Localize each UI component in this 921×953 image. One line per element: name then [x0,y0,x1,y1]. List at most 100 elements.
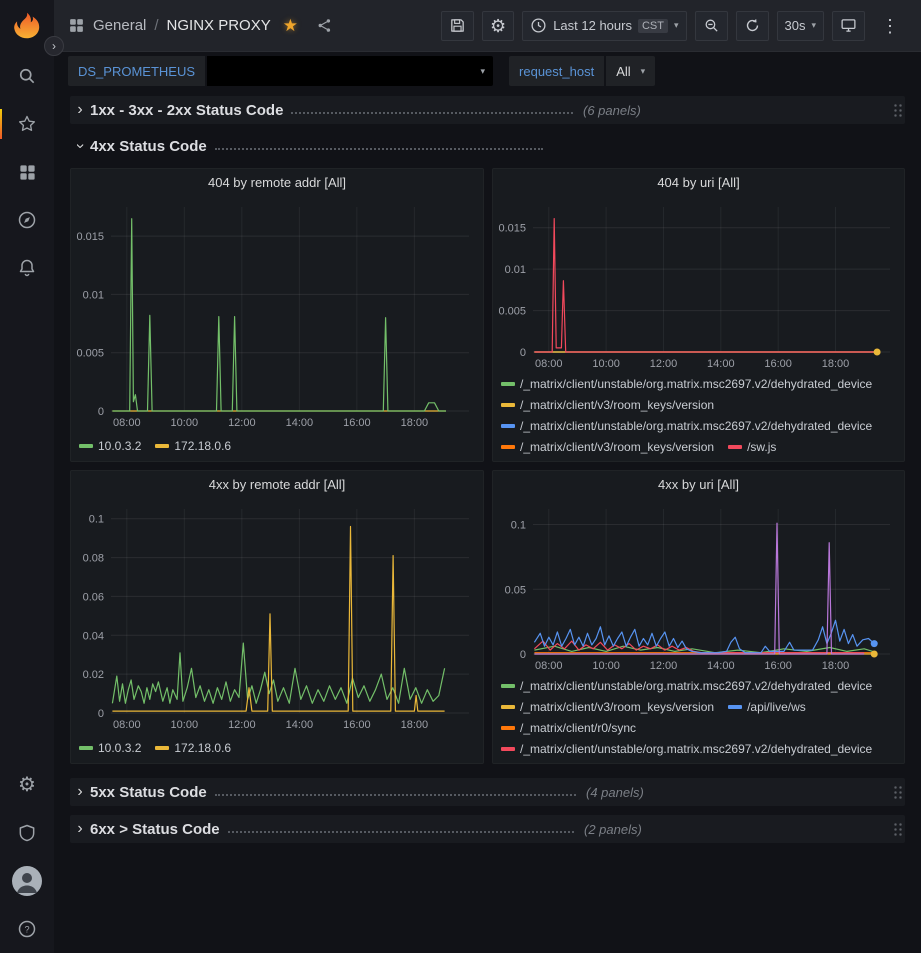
row-panel-count: (6 panels) [583,103,641,118]
legend-item[interactable]: /sw.js [728,437,776,458]
legend-item[interactable]: /_matrix/client/r0/sync [501,718,636,739]
panel-title[interactable]: 4xx by uri [All] [493,471,904,499]
legend-item[interactable]: /_matrix/client/unstable/org.matrix.msc2… [501,416,872,437]
legend-item[interactable]: /_matrix/client/unstable/org.matrix.msc2… [501,676,872,697]
svg-text:0.1: 0.1 [89,514,104,526]
row-title-dots [215,148,543,150]
sidebar-item-help[interactable]: ? [0,905,54,953]
shield-icon [17,823,37,843]
svg-text:0.005: 0.005 [498,305,526,317]
row-drag-handle[interactable] [893,103,903,118]
svg-text:08:00: 08:00 [535,358,563,370]
legend-item[interactable]: 10.0.3.2 [79,436,141,457]
panel-title[interactable]: 404 by uri [All] [493,169,904,197]
breadcrumb: General / NGINX PROXY ★ [68,16,333,36]
row-title: 5xx Status Code [90,784,207,801]
panel-title[interactable]: 404 by remote addr [All] [71,169,483,197]
favorite-star-icon[interactable]: ★ [283,16,298,36]
legend-item[interactable]: /api/live/ws [728,697,806,718]
timeseries-plot[interactable]: 00.020.040.060.080.108:0010:0012:0014:00… [71,499,483,733]
svg-text:10:00: 10:00 [592,358,620,370]
row-header-1xx-3xx-2xx[interactable]: › 1xx - 3xx - 2xx Status Code (6 panels) [70,96,905,124]
sidebar-item-server-admin[interactable] [0,809,54,857]
legend-item[interactable]: /_matrix/client/unstable/org.matrix.msc2… [501,739,872,760]
row-header-4xx[interactable]: › 4xx Status Code [70,132,905,160]
legend-label: /_matrix/client/v3/room_keys/version [520,398,714,412]
chevron-right-icon: › [70,821,90,837]
breadcrumb-folder[interactable]: General [93,17,146,34]
sidebar-item-dashboards[interactable] [0,148,54,196]
more-options-button[interactable]: ⋮ [873,11,907,41]
dashboard-settings-button[interactable]: ⚙ [482,11,514,41]
variable-label[interactable]: DS_PROMETHEUS [68,56,205,86]
svg-text:18:00: 18:00 [401,417,429,429]
save-icon [449,17,466,34]
row-drag-handle[interactable] [893,822,903,837]
variable-ds-prometheus: DS_PROMETHEUS ▾ [68,56,493,86]
row-panel-count: (2 panels) [584,822,642,837]
sidebar-collapse-button[interactable]: › [44,36,64,56]
legend-label: /_matrix/client/unstable/org.matrix.msc2… [520,742,872,756]
variable-request-host: request_host All ▾ [509,56,655,86]
legend-label: /api/live/ws [747,700,806,714]
panel-title[interactable]: 4xx by remote addr [All] [71,471,483,499]
svg-text:16:00: 16:00 [343,719,371,731]
legend-item[interactable]: /_matrix/client/unstable/org.matrix.msc2… [501,374,872,395]
variable-value-dropdown[interactable]: All ▾ [606,56,655,86]
svg-text:0: 0 [520,649,526,661]
row-title-dots [228,831,574,833]
sidebar-item-alerting[interactable] [0,244,54,292]
legend-item[interactable]: 10.0.3.2 [79,738,141,759]
save-dashboard-button[interactable] [441,11,474,41]
zoom-out-button[interactable] [695,11,728,41]
svg-text:14:00: 14:00 [286,719,314,731]
row-drag-handle[interactable] [893,785,903,800]
sidebar-item-explore[interactable] [0,196,54,244]
legend-swatch [155,746,169,750]
chevron-down-icon: ▾ [811,20,816,31]
kebab-menu-icon: ⋮ [881,17,899,35]
legend-label: 172.18.0.6 [174,741,231,755]
panel-legend: /_matrix/client/unstable/org.matrix.msc2… [493,674,904,763]
panel-legend: /_matrix/client/unstable/org.matrix.msc2… [493,372,904,461]
clock-icon [530,17,547,34]
row-title-dots [291,112,573,114]
panel-404-by-remote-addr: 404 by remote addr [All] 00.0050.010.015… [70,168,484,462]
panel-legend: 10.0.3.2 172.18.0.6 [71,431,483,461]
row-header-5xx[interactable]: › 5xx Status Code (4 panels) [70,778,905,806]
sidebar-item-starred[interactable] [0,100,54,148]
legend-item[interactable]: 172.18.0.6 [155,436,231,457]
legend-swatch [728,705,742,709]
svg-text:0.015: 0.015 [498,222,526,234]
row-title: 4xx Status Code [90,138,207,155]
legend-label: /_matrix/client/r0/sync [520,721,636,735]
sidebar-item-profile[interactable] [0,857,54,905]
zoom-out-icon [703,17,720,34]
legend-swatch [728,445,742,449]
time-range-picker[interactable]: Last 12 hours CST ▾ [522,11,686,41]
sidebar-item-configuration[interactable]: ⚙ [0,761,54,809]
dashboard-title[interactable]: NGINX PROXY [167,17,271,34]
sidebar-item-search[interactable] [0,52,54,100]
legend-label: /_matrix/client/v3/room_keys/version [520,440,714,454]
refresh-button[interactable] [736,11,769,41]
monitor-icon [840,17,857,34]
share-icon[interactable] [316,17,333,34]
variable-value-dropdown[interactable]: ▾ [207,56,493,86]
svg-text:16:00: 16:00 [764,358,792,370]
timeseries-plot[interactable]: 00.050.108:0010:0012:0014:0016:0018:00 [493,499,904,674]
legend-item[interactable]: /_matrix/client/v3/room_keys/version [501,697,714,718]
search-icon [17,66,37,86]
variable-label[interactable]: request_host [509,56,604,86]
tv-mode-button[interactable] [832,11,865,41]
legend-item[interactable]: /_matrix/client/v3/room_keys/version [501,395,714,416]
legend-item[interactable]: 172.18.0.6 [155,738,231,759]
legend-swatch [501,684,515,688]
row-header-6xx[interactable]: › 6xx > Status Code (2 panels) [70,815,905,843]
svg-text:0.1: 0.1 [511,519,526,531]
refresh-interval-dropdown[interactable]: 30s ▾ [777,11,825,41]
svg-text:16:00: 16:00 [343,417,371,429]
timeseries-plot[interactable]: 00.0050.010.01508:0010:0012:0014:0016:00… [493,197,904,372]
legend-item[interactable]: /_matrix/client/v3/room_keys/version [501,437,714,458]
timeseries-plot[interactable]: 00.0050.010.01508:0010:0012:0014:0016:00… [71,197,483,431]
